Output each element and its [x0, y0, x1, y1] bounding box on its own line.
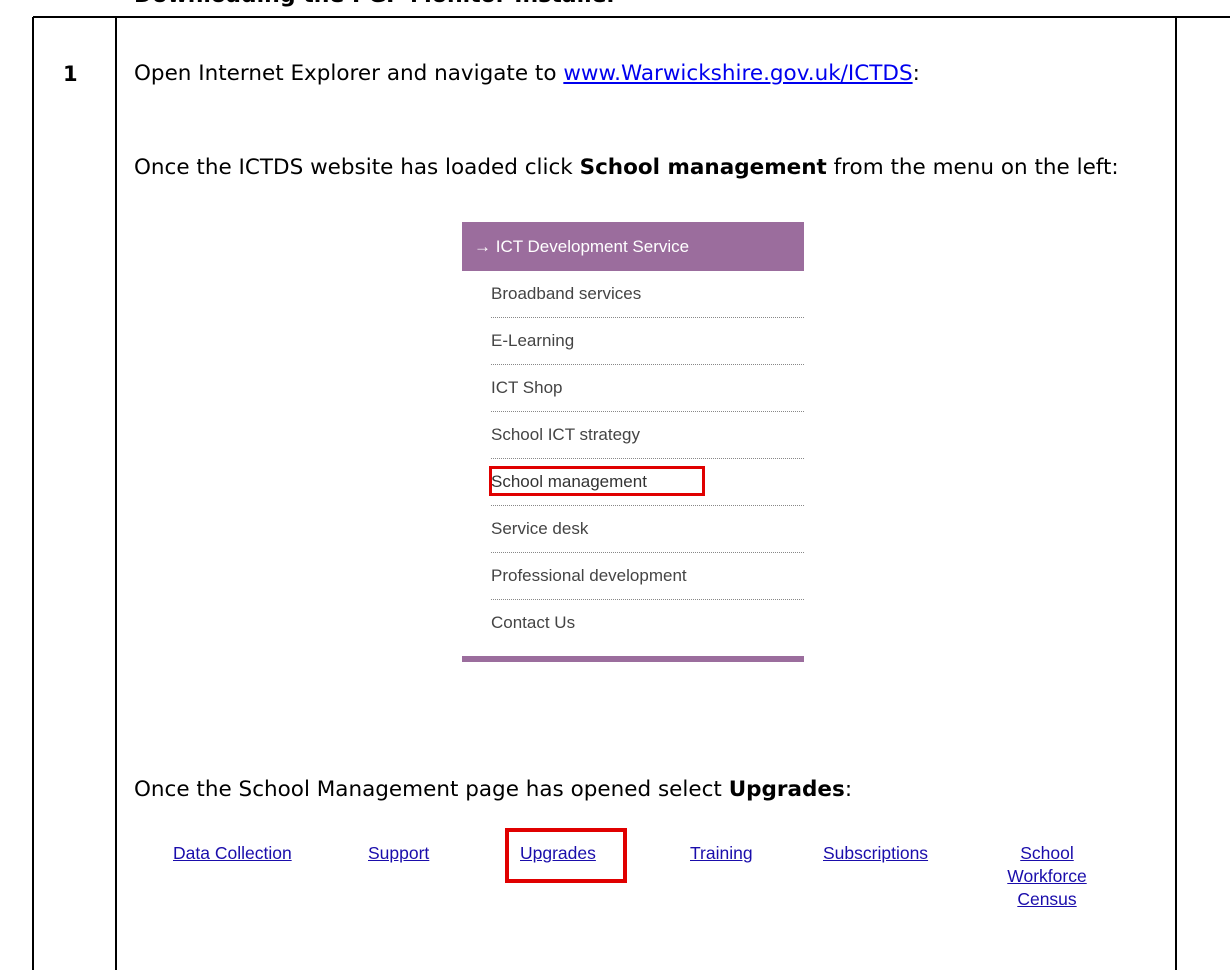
link-data-collection[interactable]: Data Collection — [173, 842, 292, 865]
ictds-website-link[interactable]: www.Warwickshire.gov.uk/ICTDS — [563, 61, 912, 86]
instruction-text-colon: : — [844, 777, 853, 802]
instruction-text-colon: : — [912, 61, 920, 86]
menu-item-label: Contact Us — [491, 613, 576, 632]
section-heading: Downloading the PGP Monitor Installer — [134, 0, 617, 8]
menu-item-school-management[interactable]: School management — [489, 459, 804, 506]
menu-item-service-desk[interactable]: Service desk — [491, 506, 804, 553]
menu-item-professional-development[interactable]: Professional development — [491, 553, 804, 600]
instruction-text: from the menu on the left: — [826, 155, 1119, 180]
menu-item-broadband-services[interactable]: Broadband services — [491, 271, 804, 318]
menu-item-label: School ICT strategy — [491, 425, 640, 444]
menu-item-label: Broadband services — [491, 284, 642, 303]
table-column-divider-right — [1175, 17, 1177, 970]
menu-item-label: Professional development — [491, 566, 687, 585]
table-top-border — [33, 16, 1230, 18]
menu-item-e-learning[interactable]: E-Learning — [491, 318, 804, 365]
link-line: Workforce — [1007, 866, 1087, 886]
menu-item-contact-us[interactable]: Contact Us — [491, 600, 804, 647]
school-management-bold: School management — [579, 155, 827, 180]
link-support[interactable]: Support — [368, 842, 429, 865]
table-column-divider — [115, 17, 117, 970]
menu-item-label: ICT Shop — [491, 378, 563, 397]
menu-item-label: Service desk — [491, 519, 589, 538]
menu-item-label: E-Learning — [491, 331, 575, 350]
instruction-text: Open Internet Explorer and navigate to — [134, 61, 564, 86]
menu-bottom-bar — [462, 656, 804, 662]
instruction-paragraph-2: Once the ICTDS website has loaded click … — [134, 152, 1142, 184]
menu-header[interactable]: → ICT Development Service — [462, 222, 804, 271]
upgrades-highlight-box — [505, 828, 627, 883]
instruction-text: Once the School Management page has open… — [134, 777, 729, 802]
link-subscriptions[interactable]: Subscriptions — [823, 842, 928, 865]
menu-item-school-ict-strategy[interactable]: School ICT strategy — [491, 412, 804, 459]
upgrades-bold: Upgrades — [728, 777, 845, 802]
instruction-text: Once the ICTDS website has loaded click — [134, 155, 580, 180]
menu-item-ict-shop[interactable]: ICT Shop — [491, 365, 804, 412]
ictds-menu-screenshot: → ICT Development Service Broadband serv… — [462, 222, 804, 662]
instruction-line-1: Open Internet Explorer and navigate to w… — [134, 58, 1142, 90]
link-school-workforce-census[interactable]: School Workforce Census — [999, 842, 1095, 911]
link-line: Census — [1017, 889, 1077, 909]
instruction-paragraph-3: Once the School Management page has open… — [134, 774, 1142, 806]
step-number: 1 — [63, 62, 78, 86]
link-line: School — [1020, 843, 1074, 863]
table-left-border — [32, 17, 34, 970]
link-training[interactable]: Training — [690, 842, 753, 865]
highlight-box — [489, 466, 705, 496]
